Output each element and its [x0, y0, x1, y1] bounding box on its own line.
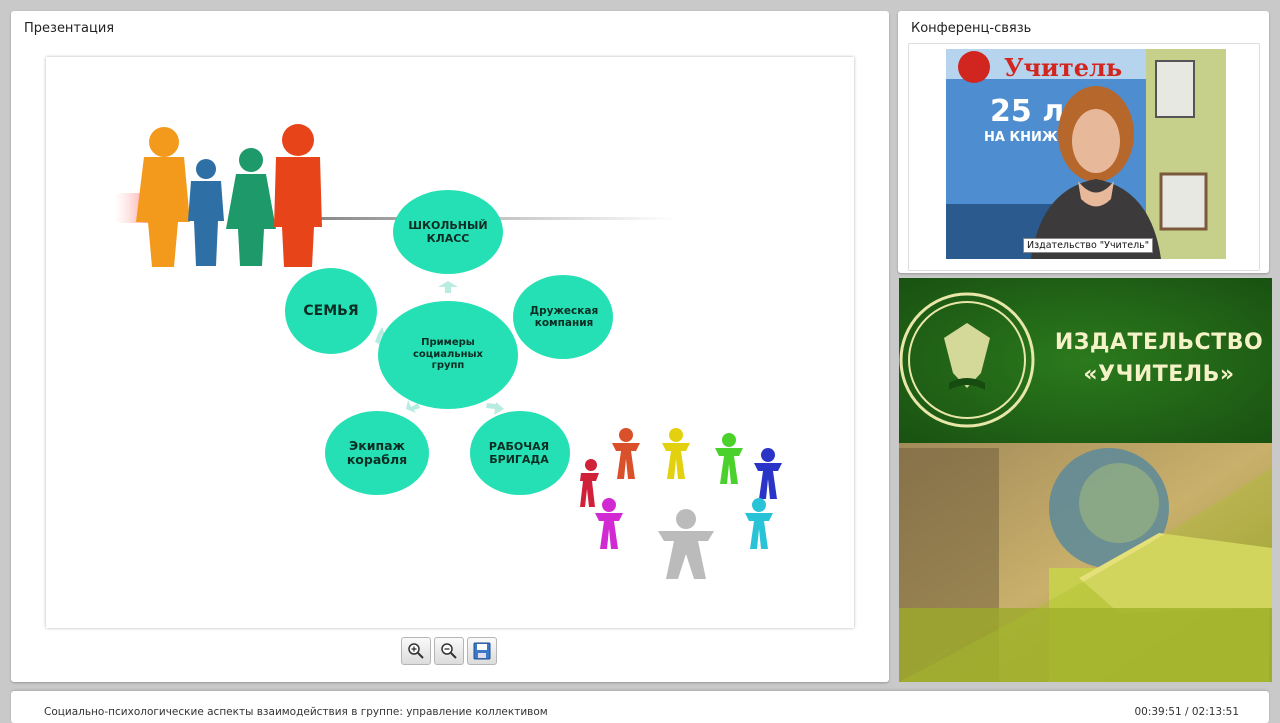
label-work: РАБОЧАЯ БРИГАДА: [488, 440, 550, 466]
poster-title: Учитель: [1004, 53, 1122, 82]
presentation-title: Презентация: [24, 21, 115, 36]
presentation-panel: Презентация ШКОЛЬНЫЙ КЛАСС Дружеская ком…: [11, 11, 889, 682]
svg-text:НА КНИЖН: НА КНИЖН: [984, 130, 1069, 145]
footer-bar: Социально-психологические аспекты взаимо…: [11, 691, 1269, 723]
zoom-out-button[interactable]: [434, 637, 464, 665]
zoom-out-icon: [441, 643, 457, 659]
slide: ШКОЛЬНЫЙ КЛАСС Дружеская компания РАБОЧА…: [46, 57, 854, 628]
banner-line1: ИЗДАТЕЛЬСТВО: [1054, 330, 1264, 355]
banner-line2: «УЧИТЕЛЬ»: [1083, 362, 1235, 387]
course-title: Социально-психологические аспекты взаимо…: [44, 706, 548, 718]
zoom-in-button[interactable]: [401, 637, 431, 665]
family-figures-icon: [136, 124, 322, 267]
conference-panel: Конференц-связь Учитель 25 л НА КНИЖН Из…: [898, 11, 1269, 273]
save-icon: [473, 642, 491, 660]
time-display: 00:39:51 / 02:13:51: [1134, 706, 1239, 718]
people-circle-icon: [580, 428, 782, 579]
label-school: ШКОЛЬНЫЙ КЛАСС: [408, 219, 488, 245]
label-friends: Дружеская компания: [529, 305, 599, 330]
label-family: СЕМЬЯ: [303, 303, 359, 319]
conference-title: Конференц-связь: [911, 21, 1032, 36]
zoom-in-icon: [408, 643, 424, 659]
svg-text:25 л: 25 л: [990, 94, 1064, 129]
label-crew: Экипаж корабля: [346, 438, 408, 468]
video-feed[interactable]: Учитель 25 л НА КНИЖН Издательство "Учит…: [946, 49, 1226, 259]
label-center: Примеры социальных групп: [412, 337, 483, 371]
video-image: Учитель 25 л НА КНИЖН: [946, 49, 1226, 259]
publisher-banner: ИЗДАТЕЛЬСТВО «УЧИТЕЛЬ»: [899, 278, 1272, 682]
video-caption: Издательство "Учитель": [1023, 238, 1154, 253]
save-button[interactable]: [467, 637, 497, 665]
